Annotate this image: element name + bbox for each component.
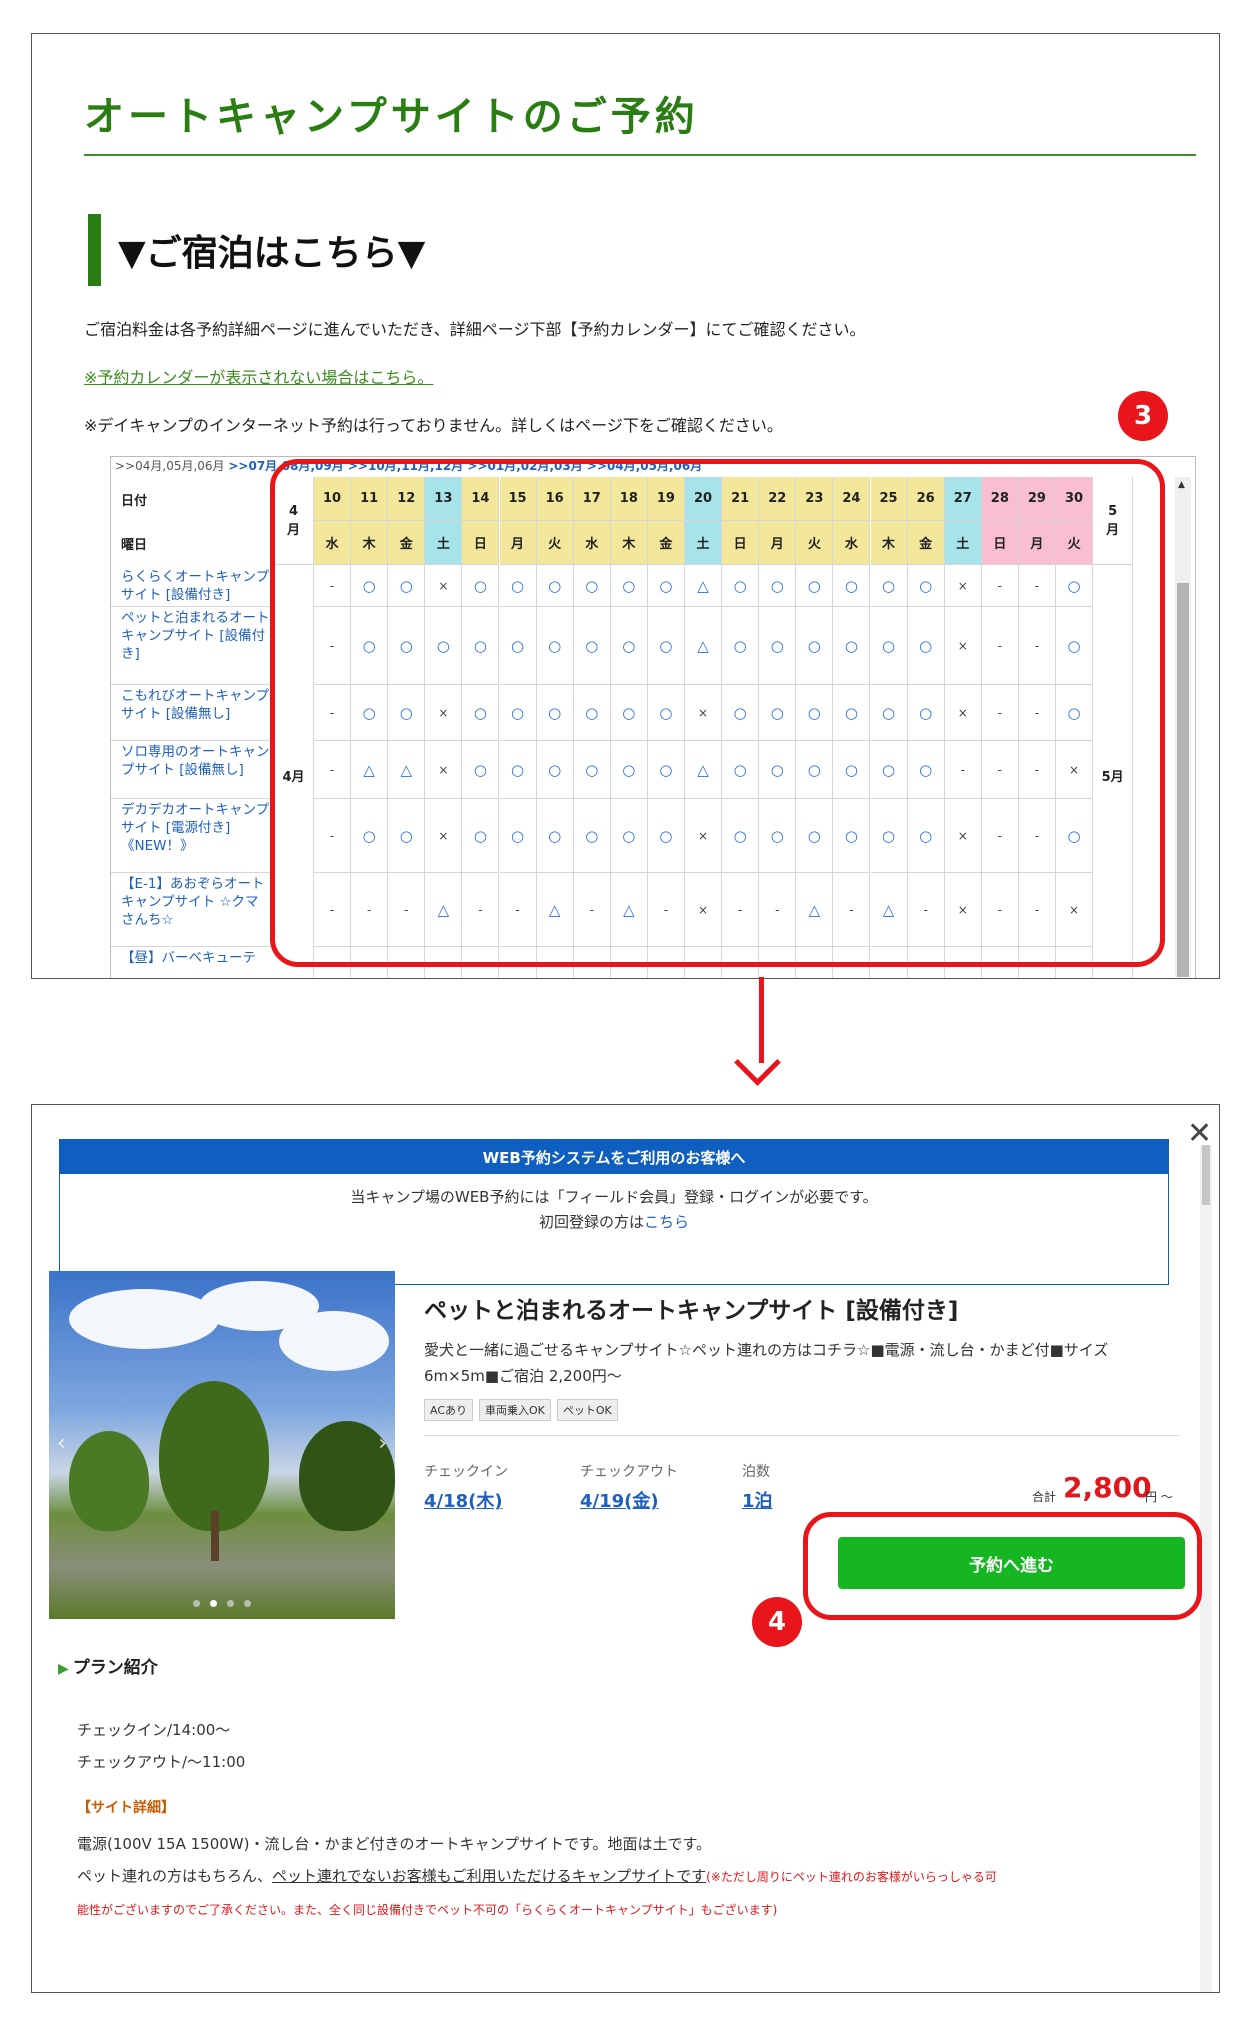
price-suffix: 円 ～ [1145, 1490, 1173, 1504]
site-name-link[interactable]: デカデカオートキャンプサイト [電源付き]《NEW！》 [111, 799, 274, 873]
reserve-highlight-box [803, 1512, 1202, 1620]
plan-title: ペットと泊まれるオートキャンプサイト [設備付き] [424, 1298, 959, 1324]
calendar-scrollbar[interactable]: ▲ [1175, 477, 1191, 977]
notice-line-2: 初回登録の方はこちら [60, 1211, 1168, 1232]
site-photo-carousel[interactable]: ‹ › [49, 1271, 395, 1619]
plan-intro-title: ▶ プラン紹介 [58, 1653, 158, 1678]
section-subtitle: ▼ご宿泊はこちら▼ [118, 233, 426, 274]
info-text: ご宿泊料金は各予約詳細ページに進んでいただき、詳細ページ下部【予約カレンダー】に… [84, 320, 866, 339]
tag-pet: ペットOK [556, 1399, 618, 1421]
day-camp-note: ※デイキャンプのインターネット予約は行っておりません。詳しくはページ下をご確認く… [84, 416, 783, 435]
title-divider [84, 154, 1196, 156]
flow-arrow-down-icon [734, 1039, 781, 1086]
photo-tree [159, 1381, 269, 1531]
carousel-dot[interactable] [227, 1600, 234, 1607]
notice-line-1: 当キャンプ場のWEB予約には「フィールド会員」登録・ログインが必要です。 [350, 1188, 878, 1206]
plan-intro-label: プラン紹介 [72, 1658, 158, 1678]
step-badge-4: 4 [752, 1597, 802, 1647]
calendar-highlight-box [270, 459, 1165, 967]
photo-next-arrow-icon[interactable]: › [378, 1431, 387, 1456]
site-name-link[interactable]: らくらくオートキャンプサイト [設備付き] [111, 565, 274, 607]
detail-line-3-note: 能性がございますのでご了承ください。また、全く同じ設備付きでペット不可の「らくら… [77, 1903, 778, 1917]
notice-title: WEB予約システムをご利用のお客様へ [60, 1140, 1168, 1174]
site-name-link[interactable]: 【昼】バーベキューテ [111, 947, 274, 978]
carousel-dot[interactable] [193, 1600, 200, 1607]
carousel-dots [49, 1600, 395, 1607]
feature-tags: ACあり 車両乗入OK ペットOK [424, 1399, 618, 1421]
checkout-time: チェックアウト/～11:00 [77, 1753, 246, 1771]
site-name-link[interactable]: ソロ専用のオートキャンプサイト [設備無し] [111, 741, 274, 799]
detail-line-2-note: (※ただし周りにペット連れのお客様がいらっしゃる可 [706, 1870, 997, 1884]
total-price: 2,800 [1063, 1471, 1152, 1504]
tag-ac: ACあり [424, 1399, 474, 1421]
price-prefix: 合計 [1032, 1490, 1057, 1504]
month-nav-current: >>04月,05月,06月 [115, 459, 229, 473]
site-name-link[interactable]: ペットと泊まれるオートキャンプサイト [設備付き] [111, 607, 274, 685]
detail-line-2-underlined: ペット連れでないお客様もご利用いただけるキャンプサイトです [272, 1867, 707, 1885]
page-title: オートキャンプサイトのご予約 [84, 94, 699, 140]
step-badge-3: 3 [1118, 391, 1168, 441]
subtitle-accent-bar [88, 214, 101, 286]
photo-tree [69, 1431, 149, 1531]
registration-link[interactable]: こちら [644, 1213, 689, 1231]
nights-value[interactable]: 1泊 [742, 1487, 773, 1513]
notice-line-2-prefix: 初回登録の方は [538, 1213, 644, 1231]
photo-cloud [279, 1311, 389, 1371]
checkout-label: チェックアウト [580, 1464, 678, 1480]
checkout-date[interactable]: 4/19(金) [580, 1487, 659, 1513]
plan-description: 愛犬と一緒に過ごせるキャンプサイト☆ペット連れの方はコチラ☆■電源・流し台・かま… [424, 1341, 1109, 1385]
photo-trunk [211, 1511, 219, 1561]
detail-line-1: 電源(100V 15A 1500W)・流し台・かまど付きのオートキャンプサイトで… [77, 1835, 712, 1853]
checkin-time: チェックイン/14:00～ [77, 1721, 231, 1739]
scroll-up-arrow-icon[interactable]: ▲ [1178, 480, 1185, 490]
nights-label: 泊数 [742, 1464, 770, 1480]
carousel-dot-active[interactable] [210, 1600, 217, 1607]
detail-line-2: ペット連れの方はもちろん、ペット連れでないお客様もご利用いただけるキャンプサイト… [77, 1865, 997, 1886]
plan-divider [424, 1435, 1180, 1436]
modal-scroll-thumb[interactable] [1202, 1145, 1210, 1205]
site-name-link[interactable]: こもれびオートキャンプサイト [設備無し] [111, 685, 274, 741]
triangle-right-icon: ▶ [58, 1661, 69, 1677]
calendar-help-link[interactable]: ※予約カレンダーが表示されない場合はこちら。 [84, 364, 433, 388]
site-detail-heading: 【サイト詳細】 [77, 1800, 175, 1816]
checkin-label: チェックイン [424, 1464, 508, 1480]
detail-line-2-prefix: ペット連れの方はもちろん、 [77, 1867, 273, 1885]
tag-vehicle: 車両乗入OK [479, 1399, 551, 1421]
site-name-link[interactable]: 【E-1】あおぞらオートキャンプサイト ☆クマさんち☆ [111, 873, 274, 947]
header-weekday-label: 曜日 [121, 537, 148, 553]
web-reservation-notice: WEB予約システムをご利用のお客様へ 当キャンプ場のWEB予約には「フィールド会… [59, 1139, 1169, 1285]
photo-prev-arrow-icon[interactable]: ‹ [57, 1431, 66, 1456]
photo-cloud [69, 1289, 219, 1349]
carousel-dot[interactable] [244, 1600, 251, 1607]
checkin-date[interactable]: 4/18(木) [424, 1487, 503, 1513]
header-date-label: 日付 [121, 493, 148, 509]
scroll-thumb[interactable] [1177, 583, 1189, 977]
